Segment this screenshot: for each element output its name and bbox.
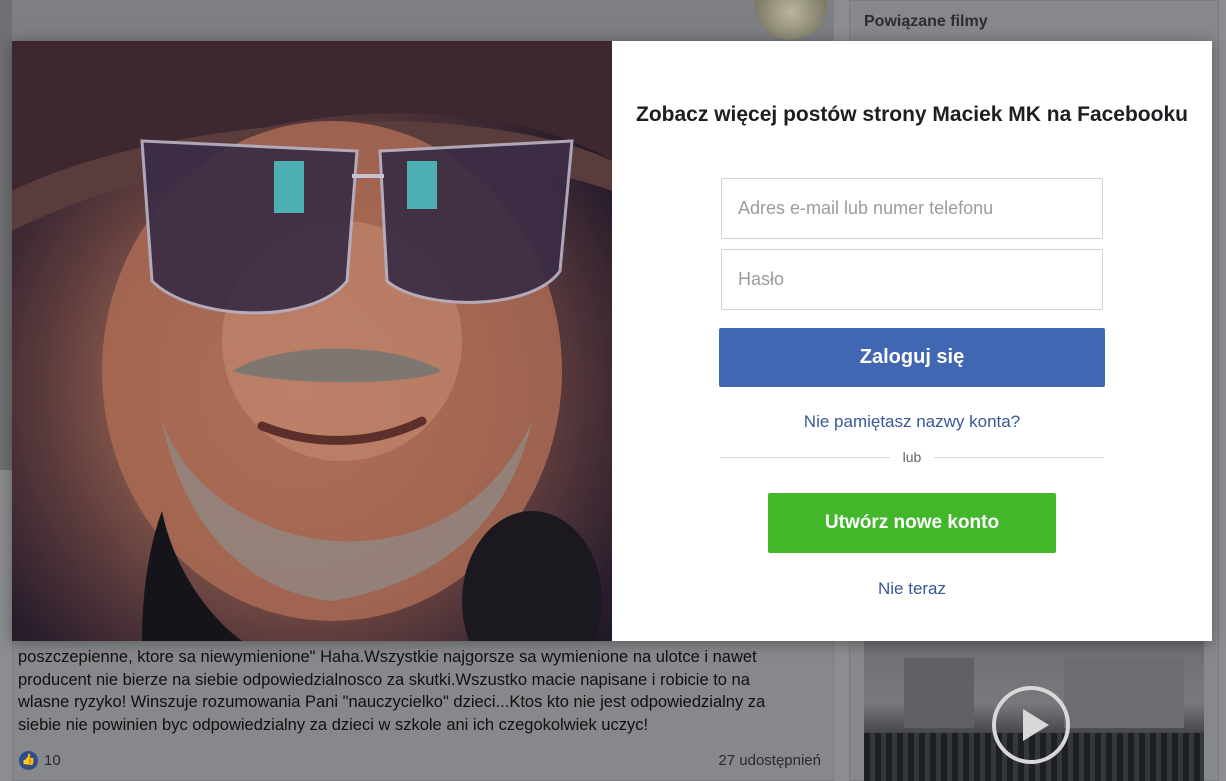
login-modal: Zobacz więcej postów strony Maciek MK na… (12, 41, 1212, 641)
shares-count[interactable]: 27 udostępnień (718, 752, 821, 769)
post-line: wlasne ryzyko! Winszuje rozumowania Pani… (18, 693, 766, 711)
page-profile-photo (12, 41, 612, 641)
play-icon[interactable] (992, 686, 1070, 764)
password-input[interactable] (721, 249, 1103, 310)
forgot-account-link[interactable]: Nie pamiętasz nazwy konta? (612, 412, 1212, 432)
post-line: siebie nie powinien byc odpowiedzialny z… (18, 715, 649, 734)
post-line: producent nie bierze na siebie odpowiedz… (18, 670, 750, 689)
like-icon[interactable]: 👍 (19, 751, 38, 770)
email-input[interactable] (721, 178, 1103, 239)
profile-photo-drawing (12, 41, 612, 641)
create-account-button[interactable]: Utwórz nowe konto (768, 493, 1056, 553)
not-now-link[interactable]: Nie teraz (612, 579, 1212, 599)
like-count[interactable]: 10 (44, 752, 61, 769)
related-videos-title: Powiązane filmy (864, 13, 988, 30)
thumbnail-building (904, 658, 974, 728)
login-button[interactable]: Zaloguj się (719, 328, 1105, 387)
thumbnail-building (1064, 658, 1184, 728)
modal-title: Zobacz więcej postów strony Maciek MK na… (636, 103, 1188, 126)
post-line: poszczepienne, ktore sa niewymienione" H… (18, 648, 757, 666)
login-panel: Zobacz więcej postów strony Maciek MK na… (612, 41, 1212, 641)
background-edge (0, 0, 12, 470)
post-comment-text: poszczepienne, ktore sa niewymienione" H… (18, 646, 808, 736)
divider-line (934, 457, 1104, 458)
divider-text: lub (902, 449, 922, 465)
divider-line (720, 457, 890, 458)
